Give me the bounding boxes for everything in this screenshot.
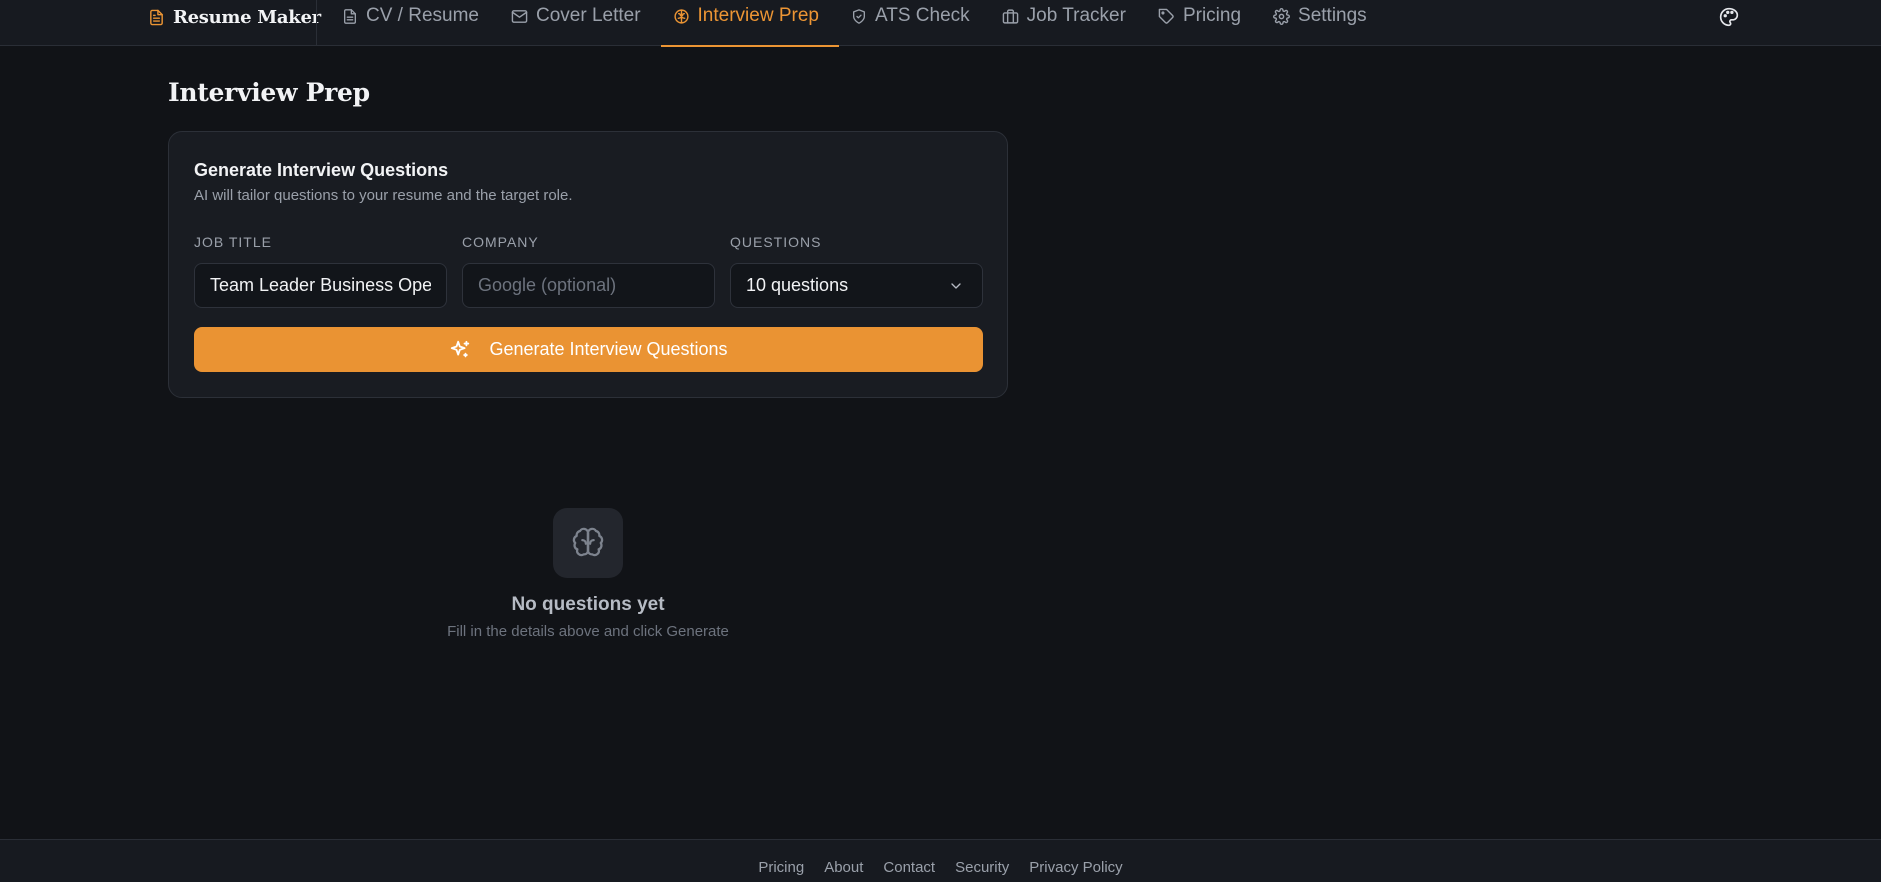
nav-item-ats-check[interactable]: ATS Check [839, 0, 990, 46]
nav-item-label: Interview Prep [697, 5, 819, 26]
card-title: Generate Interview Questions [194, 160, 449, 180]
questions-select-value: 10 questions [746, 275, 849, 295]
page-title: Interview Prep [168, 78, 370, 107]
nav-item-label: Job Tracker [1026, 5, 1126, 26]
footer: Pricing About Contact Security Privacy P… [0, 839, 1881, 882]
brand-logo[interactable]: Resume Maker [148, 0, 321, 34]
footer-links: Pricing About Contact Security Privacy P… [0, 859, 1881, 876]
top-navigation-bar: Resume Maker CV / Resume Cover Letter In… [0, 0, 1881, 47]
company-label: COMPANY [462, 234, 539, 250]
job-title-input[interactable] [194, 263, 447, 308]
footer-link-privacy-policy[interactable]: Privacy Policy [1029, 859, 1122, 876]
generate-questions-button[interactable]: Generate Interview Questions [194, 327, 983, 372]
nav-item-label: Pricing [1182, 5, 1242, 26]
footer-link-pricing[interactable]: Pricing [758, 859, 804, 876]
card-subtitle: AI will tailor questions to your resume … [194, 187, 573, 204]
nav-item-label: CV / Resume [366, 5, 479, 26]
file-text-icon [148, 8, 165, 27]
shield-check-icon [851, 8, 867, 25]
palette-icon [1719, 7, 1739, 27]
footer-link-security[interactable]: Security [955, 859, 1009, 876]
generate-button-label: Generate Interview Questions [489, 339, 728, 359]
questions-select[interactable]: 10 questions [730, 263, 983, 308]
briefcase-icon [1002, 8, 1019, 25]
nav-item-label: Settings [1298, 5, 1367, 26]
job-title-label: JOB TITLE [194, 234, 272, 250]
questions-label: QUESTIONS [730, 234, 822, 250]
brand-name: Resume Maker [173, 6, 321, 28]
empty-state-brain-icon [553, 508, 623, 578]
footer-link-about[interactable]: About [824, 859, 863, 876]
nav-item-label: Cover Letter [535, 5, 641, 26]
generate-questions-card: Generate Interview Questions AI will tai… [168, 131, 1008, 398]
nav-item-pricing[interactable]: Pricing [1146, 0, 1261, 46]
sparkles-icon [449, 339, 471, 361]
gear-icon [1273, 8, 1290, 25]
file-icon [342, 8, 358, 25]
brain-icon [673, 8, 690, 25]
chevron-down-icon [948, 278, 964, 294]
empty-state-title: No questions yet [511, 594, 665, 615]
nav-item-interview-prep[interactable]: Interview Prep [660, 0, 840, 47]
nav-item-cover-letter[interactable]: Cover Letter [499, 0, 661, 46]
company-input[interactable] [462, 263, 715, 308]
nav-item-label: ATS Check [874, 5, 970, 26]
tag-icon [1158, 8, 1175, 25]
nav-item-job-tracker[interactable]: Job Tracker [990, 0, 1146, 46]
footer-link-contact[interactable]: Contact [883, 859, 935, 876]
mail-icon [511, 8, 528, 25]
empty-state-subtitle: Fill in the details above and click Gene… [447, 623, 729, 640]
main-nav: CV / Resume Cover Letter Interview Prep … [330, 0, 1387, 47]
nav-item-cv-resume[interactable]: CV / Resume [330, 0, 499, 46]
brand-divider [316, 0, 317, 45]
nav-item-settings[interactable]: Settings [1261, 0, 1387, 46]
theme-toggle-button[interactable] [1716, 4, 1742, 30]
